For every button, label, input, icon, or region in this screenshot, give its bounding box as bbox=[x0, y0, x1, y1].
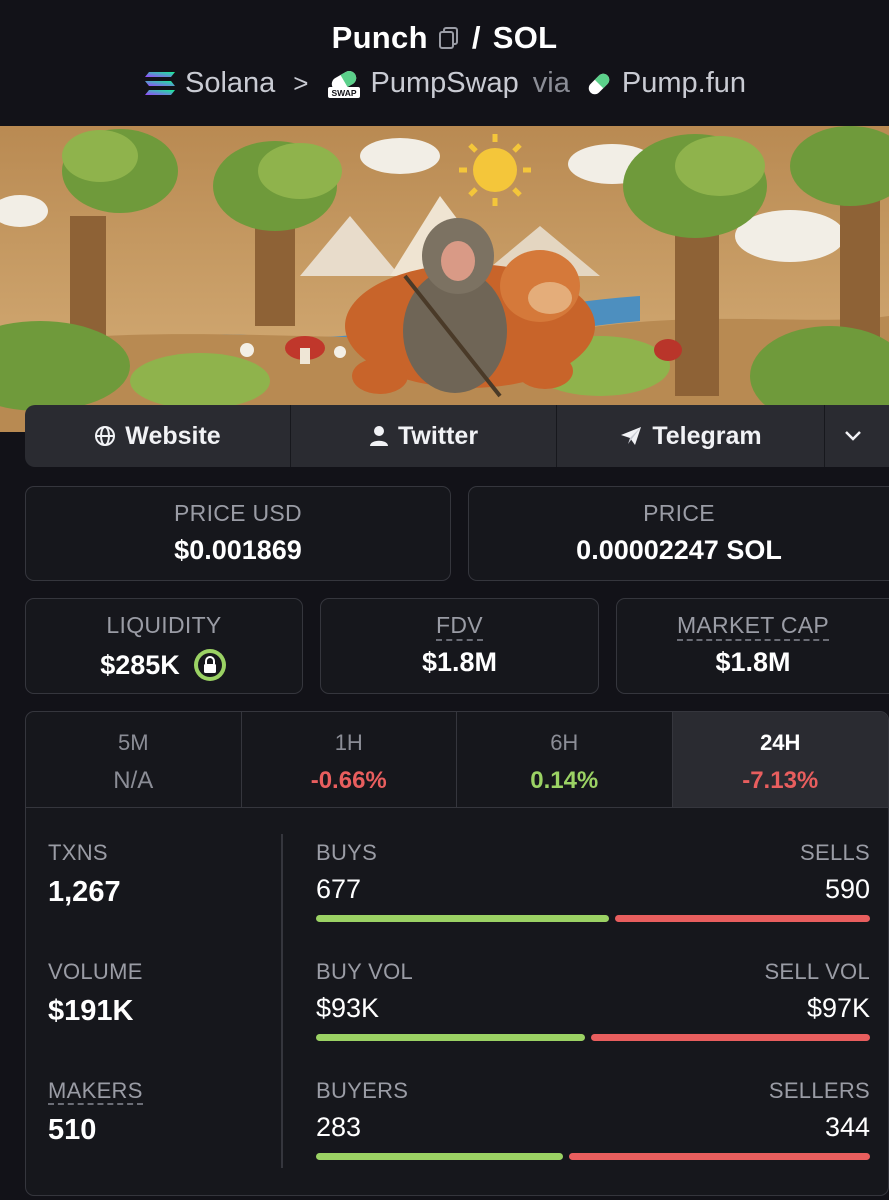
launchpad-link[interactable]: Pump.fun bbox=[622, 67, 746, 100]
buy-vol-bar bbox=[316, 1034, 585, 1041]
buy-vol-value: $93K bbox=[316, 993, 380, 1023]
tab-5m[interactable]: 5M N/A bbox=[26, 712, 242, 807]
twitter-label: Twitter bbox=[397, 421, 479, 450]
token-name: Punch bbox=[331, 20, 428, 55]
pair-separator: / bbox=[471, 20, 481, 55]
globe-icon bbox=[95, 426, 116, 446]
buyers-label: BUYERS bbox=[316, 1078, 409, 1103]
buy-sell-volume-stat: BUY VOL SELL VOL $93K $97K bbox=[316, 959, 870, 1041]
price-usd-label: PRICE USD bbox=[174, 500, 302, 526]
tab-1h[interactable]: 1H -0.66% bbox=[242, 712, 457, 807]
volume-label: VOLUME bbox=[48, 959, 143, 984]
fdv-label: FDV bbox=[436, 612, 483, 641]
txns-label: TXNS bbox=[48, 840, 108, 865]
buyers-bar bbox=[316, 1153, 563, 1160]
column-divider bbox=[281, 834, 283, 1168]
market-cap-value: $1.8M bbox=[715, 647, 791, 677]
buyers-sellers-stat: BUYERS SELLERS 283 344 bbox=[316, 1078, 870, 1160]
tab-6h[interactable]: 6H 0.14% bbox=[457, 712, 673, 807]
tab-change: 0.14% bbox=[530, 767, 599, 794]
paper-plane-icon bbox=[621, 427, 642, 445]
buys-sells-ratio-bar bbox=[316, 915, 870, 922]
chevron-down-icon bbox=[844, 431, 861, 441]
market-cap-label: MARKET CAP bbox=[676, 612, 830, 641]
sells-bar bbox=[615, 915, 870, 922]
fdv-box: FDV $1.8M bbox=[320, 598, 599, 694]
swap-badge-text: SWAP bbox=[332, 88, 357, 98]
txns-stat: TXNS 1,267 bbox=[48, 840, 121, 909]
sellers-label: SELLERS bbox=[768, 1078, 870, 1103]
volume-value: $191K bbox=[48, 995, 134, 1027]
sellers-bar bbox=[569, 1153, 870, 1160]
chain-link[interactable]: Solana bbox=[185, 67, 275, 100]
more-links-button[interactable] bbox=[825, 405, 889, 467]
user-icon bbox=[369, 426, 388, 446]
sell-vol-value: $97K bbox=[806, 993, 870, 1023]
telegram-button[interactable]: Telegram bbox=[557, 405, 825, 467]
quote-token: SOL bbox=[492, 20, 558, 55]
makers-value: 510 bbox=[48, 1114, 97, 1146]
dex-link[interactable]: PumpSwap bbox=[370, 67, 518, 100]
liquidity-box: LIQUIDITY $285K bbox=[25, 598, 303, 694]
social-links-bar: Website Twitter Telegram bbox=[25, 405, 889, 467]
trading-stats-panel: 5M N/A 1H -0.66% 6H 0.14% 24H -7.13% TXN… bbox=[25, 711, 889, 1196]
tab-change: -0.66% bbox=[310, 767, 387, 794]
tab-change: N/A bbox=[113, 767, 154, 794]
tab-24h[interactable]: 24H -7.13% bbox=[672, 712, 888, 807]
price-usd-box: PRICE USD $0.001869 bbox=[25, 486, 451, 581]
buys-label: BUYS bbox=[316, 840, 378, 865]
sellers-value: 344 bbox=[824, 1112, 870, 1142]
tab-label: 6H bbox=[550, 730, 579, 755]
via-text: via bbox=[532, 67, 570, 99]
sell-vol-label: SELL VOL bbox=[764, 959, 870, 984]
buyers-value: 283 bbox=[316, 1112, 362, 1142]
txns-value: 1,267 bbox=[48, 876, 121, 908]
pair-title: Punch / SOL bbox=[0, 20, 889, 56]
buys-sells-stat: BUYS SELLS 677 590 bbox=[316, 840, 870, 922]
buyers-ratio-bar bbox=[316, 1153, 870, 1160]
telegram-label: Telegram bbox=[652, 421, 762, 450]
tab-change: -7.13% bbox=[742, 767, 819, 794]
website-label: Website bbox=[125, 421, 221, 450]
lock-icon[interactable] bbox=[192, 647, 228, 683]
tab-label: 24H bbox=[760, 730, 801, 755]
tab-label: 1H bbox=[334, 730, 363, 755]
makers-label: MAKERS bbox=[48, 1078, 143, 1105]
volume-stat: VOLUME $191K bbox=[48, 959, 143, 1028]
twitter-button[interactable]: Twitter bbox=[291, 405, 557, 467]
copy-icon[interactable] bbox=[438, 26, 460, 50]
timeframe-tabs: 5M N/A 1H -0.66% 6H 0.14% 24H -7.13% bbox=[26, 712, 888, 808]
price-native-box: PRICE 0.00002247 SOL bbox=[468, 486, 889, 581]
sell-vol-bar bbox=[591, 1034, 870, 1041]
pill-icon bbox=[584, 69, 614, 99]
solana-icon bbox=[143, 70, 177, 98]
liquidity-label: LIQUIDITY bbox=[106, 612, 222, 638]
liquidity-value: $285K bbox=[100, 649, 180, 680]
makers-stat: MAKERS 510 bbox=[48, 1078, 143, 1147]
buys-value: 677 bbox=[316, 874, 362, 904]
chevron-right-icon: > bbox=[293, 68, 309, 98]
sells-value: 590 bbox=[824, 874, 870, 904]
fdv-value: $1.8M bbox=[421, 647, 498, 677]
sells-label: SELLS bbox=[800, 840, 870, 865]
price-label: PRICE bbox=[643, 500, 715, 526]
volume-ratio-bar bbox=[316, 1034, 870, 1041]
price-usd-value: $0.001869 bbox=[174, 535, 302, 565]
buys-bar bbox=[316, 915, 609, 922]
price-value: 0.00002247 SOL bbox=[576, 535, 782, 565]
pair-header: Punch / SOL Solana > SWAP PumpSwap via P… bbox=[0, 0, 889, 126]
pumpswap-icon: SWAP bbox=[326, 69, 362, 99]
tab-label: 5M bbox=[117, 730, 149, 755]
website-button[interactable]: Website bbox=[25, 405, 291, 467]
breadcrumb: Solana > SWAP PumpSwap via Pump.fun bbox=[0, 67, 889, 100]
token-banner-image bbox=[0, 126, 889, 432]
stats-body: TXNS 1,267 VOLUME $191K MAKERS 510 BUYS … bbox=[26, 808, 888, 1194]
buy-vol-label: BUY VOL bbox=[316, 959, 414, 984]
market-cap-box: MARKET CAP $1.8M bbox=[616, 598, 889, 694]
